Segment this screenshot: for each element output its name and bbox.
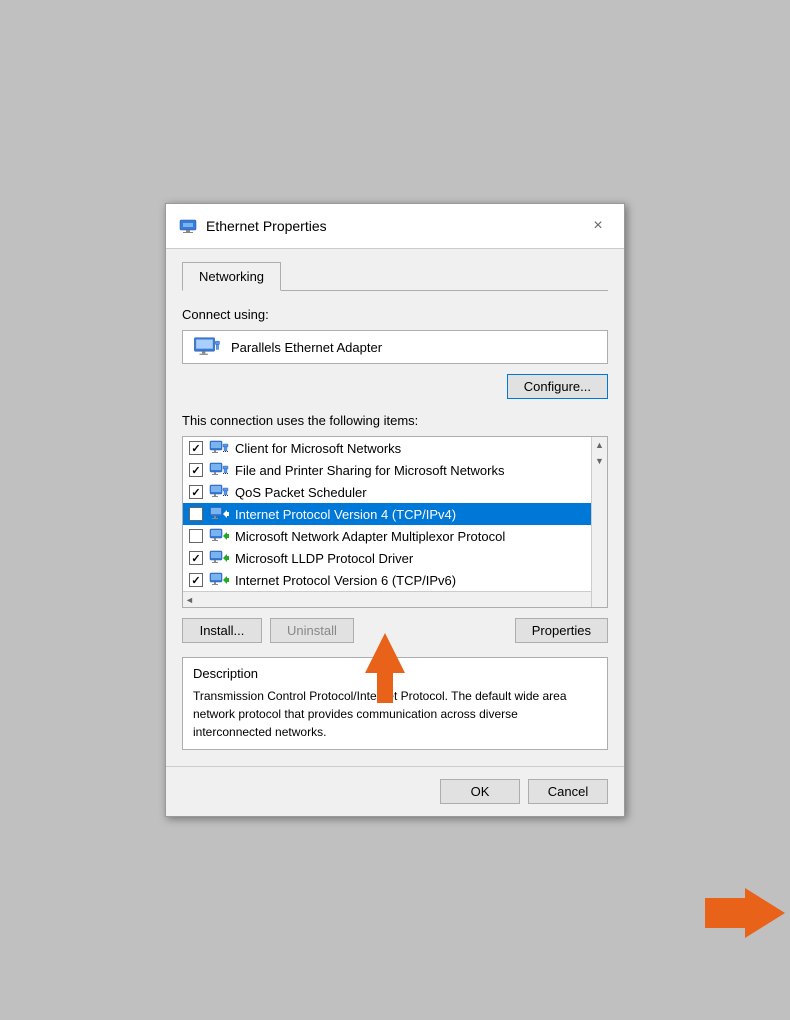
adapter-name: Parallels Ethernet Adapter [231, 340, 382, 355]
ethernet-properties-dialog: Ethernet Properties × Networking Connect… [165, 203, 625, 817]
action-buttons: Install... Uninstall Properties [182, 618, 608, 643]
item-icon [209, 462, 229, 478]
dialog-footer: OK Cancel [166, 766, 624, 816]
cancel-button[interactable]: Cancel [528, 779, 608, 804]
list-item[interactable]: Internet Protocol Version 4 (TCP/IPv4) [183, 503, 591, 525]
item-icon [209, 484, 229, 500]
adapter-box: Parallels Ethernet Adapter [182, 330, 608, 364]
item-checkbox[interactable] [189, 529, 203, 543]
item-label: Client for Microsoft Networks [235, 441, 401, 456]
dialog-title: Ethernet Properties [206, 218, 327, 234]
configure-button[interactable]: Configure... [507, 374, 608, 399]
scroll-up-arrow[interactable]: ▲ [592, 437, 607, 453]
title-bar-left: Ethernet Properties [178, 216, 327, 236]
item-label: QoS Packet Scheduler [235, 485, 367, 500]
item-checkbox[interactable] [189, 507, 203, 521]
item-checkbox[interactable] [189, 463, 203, 477]
item-icon [209, 550, 229, 566]
configure-row: Configure... [182, 374, 608, 399]
list-item[interactable]: QoS Packet Scheduler [183, 481, 591, 503]
dialog-body: Networking Connect using: Parallels Ethe… [166, 249, 624, 766]
list-item[interactable]: Client for Microsoft Networks [183, 437, 591, 459]
item-icon [209, 506, 229, 522]
item-checkbox[interactable] [189, 573, 203, 587]
item-label: File and Printer Sharing for Microsoft N… [235, 463, 504, 478]
description-title: Description [193, 666, 597, 681]
list-item[interactable]: File and Printer Sharing for Microsoft N… [183, 459, 591, 481]
description-box: Description Transmission Control Protoco… [182, 657, 608, 750]
item-icon [209, 528, 229, 544]
ethernet-icon [178, 216, 198, 236]
item-label: Internet Protocol Version 4 (TCP/IPv4) [235, 507, 456, 522]
right-arrow-annotation [705, 883, 785, 943]
horizontal-scrollbar[interactable]: ◄ ► [183, 591, 607, 607]
list-item[interactable]: Internet Protocol Version 6 (TCP/IPv6) [183, 569, 591, 591]
install-button[interactable]: Install... [182, 618, 262, 643]
item-label: Internet Protocol Version 6 (TCP/IPv6) [235, 573, 456, 588]
title-bar: Ethernet Properties × [166, 204, 624, 249]
properties-button[interactable]: Properties [515, 618, 608, 643]
item-checkbox[interactable] [189, 485, 203, 499]
uninstall-button[interactable]: Uninstall [270, 618, 354, 643]
item-icon [209, 572, 229, 588]
item-checkbox[interactable] [189, 551, 203, 565]
list-item[interactable]: Microsoft Network Adapter Multiplexor Pr… [183, 525, 591, 547]
tab-networking[interactable]: Networking [182, 262, 281, 291]
adapter-icon [193, 337, 221, 357]
connect-using-label: Connect using: [182, 307, 608, 322]
description-text: Transmission Control Protocol/Internet P… [193, 687, 597, 741]
items-list: Client for Microsoft Networks File and P… [183, 437, 607, 591]
item-label: Microsoft LLDP Protocol Driver [235, 551, 413, 566]
items-list-container: Client for Microsoft Networks File and P… [182, 436, 608, 608]
item-icon [209, 440, 229, 456]
connection-items-label: This connection uses the following items… [182, 413, 608, 428]
close-button[interactable]: × [584, 212, 612, 240]
scroll-left-arrow[interactable]: ◄ [185, 595, 194, 605]
ok-button[interactable]: OK [440, 779, 520, 804]
scroll-down-arrow[interactable]: ▼ [592, 453, 607, 469]
item-label: Microsoft Network Adapter Multiplexor Pr… [235, 529, 505, 544]
tab-bar: Networking [182, 261, 608, 291]
list-item[interactable]: Microsoft LLDP Protocol Driver [183, 547, 591, 569]
scrollbar[interactable]: ▲ ▼ [591, 437, 607, 607]
item-checkbox[interactable] [189, 441, 203, 455]
